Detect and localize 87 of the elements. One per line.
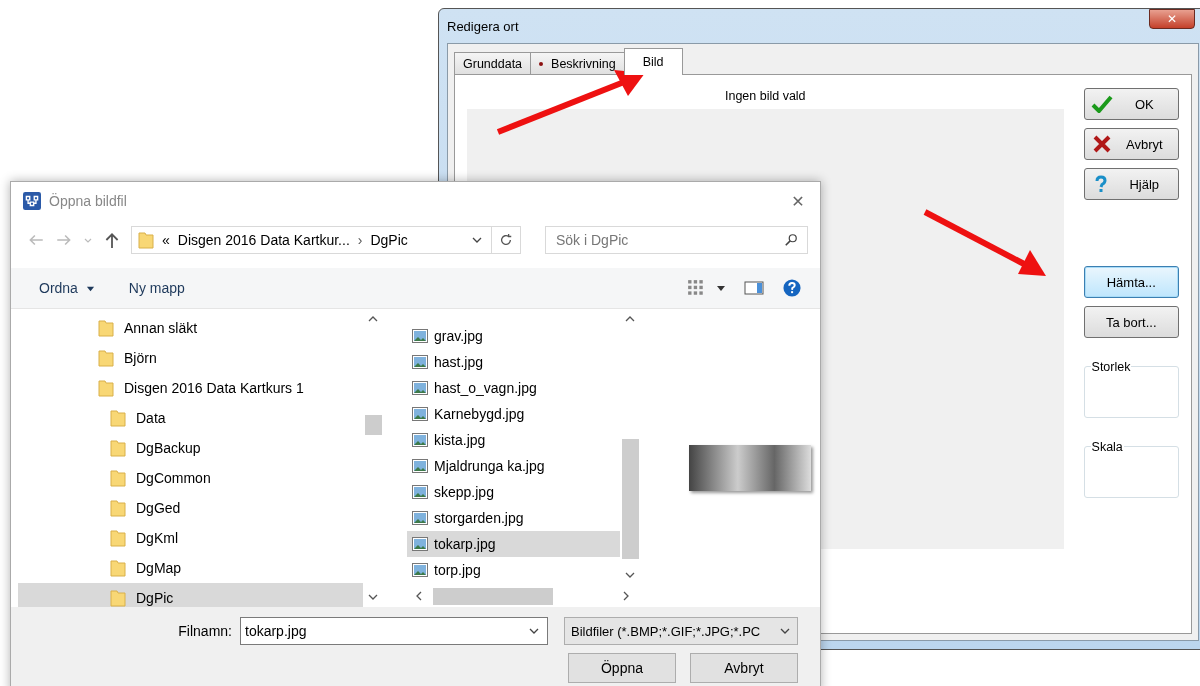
close-button[interactable]: ✕: [776, 186, 820, 216]
scroll-thumb[interactable]: [364, 415, 382, 435]
file-list-item[interactable]: hast.jpg: [407, 349, 620, 375]
image-file-icon: [412, 511, 428, 525]
image-file-icon: [412, 563, 428, 577]
up-arrow-icon[interactable]: [103, 231, 121, 249]
folder-tree-item[interactable]: DgMap: [18, 553, 363, 583]
filename-field[interactable]: tokarp.jpg: [240, 617, 548, 645]
scroll-down-icon[interactable]: [368, 592, 378, 602]
file-list-item[interactable]: Mjaldrunga ka.jpg: [407, 453, 620, 479]
image-file-icon: [412, 485, 428, 499]
folder-icon: [110, 529, 126, 547]
dialog-button[interactable]: Ta bort...: [1083, 306, 1179, 338]
folder-tree-item[interactable]: DgBackup: [18, 433, 363, 463]
folder-tree-item[interactable]: DgGed: [18, 493, 363, 523]
folder-icon: [110, 559, 126, 577]
dialog-button[interactable]: Avbryt: [1083, 128, 1179, 160]
breadcrumb-item[interactable]: Disgen 2016 Data Kartkur...: [177, 232, 350, 248]
scroll-up-icon[interactable]: [625, 314, 635, 324]
image-file-icon: [412, 355, 428, 369]
folder-tree-item[interactable]: Data: [18, 403, 363, 433]
tab[interactable]: Bild: [623, 48, 683, 75]
folder-icon: [98, 379, 114, 397]
folder-tree-item[interactable]: Annan släkt: [18, 313, 363, 343]
file-list-item[interactable]: grav.jpg: [407, 323, 620, 349]
filename-label: Filnamn:: [178, 623, 232, 639]
dialog-button[interactable]: Avbryt: [690, 653, 798, 683]
dialog-button[interactable]: OK: [1083, 88, 1179, 120]
folder-icon: [110, 589, 126, 607]
checkmark-icon: [1090, 95, 1113, 113]
scroll-up-icon[interactable]: [368, 314, 378, 324]
folder-icon: [110, 439, 126, 457]
file-list-item[interactable]: storgarden.jpg: [407, 505, 620, 531]
image-file-icon: [412, 381, 428, 395]
organize-button[interactable]: Ordna: [31, 276, 103, 300]
image-file-icon: [412, 459, 428, 473]
refresh-icon: [499, 233, 513, 247]
scroll-down-icon[interactable]: [625, 570, 635, 580]
preview-pane-icon[interactable]: [744, 279, 764, 297]
file-list-item[interactable]: tokarp.jpg: [407, 531, 620, 557]
window-title: Redigera ort: [447, 18, 520, 34]
dialog-button[interactable]: Hjälp: [1083, 168, 1179, 200]
tab[interactable]: Beskrivning: [530, 52, 625, 74]
folder-icon: [98, 319, 114, 337]
tab[interactable]: Grunddata: [454, 52, 532, 74]
address-bar[interactable]: « Disgen 2016 Data Kartkur... › DgPic: [131, 226, 521, 254]
folder-icon: [138, 231, 154, 249]
file-list-item[interactable]: Karnebygd.jpg: [407, 401, 620, 427]
breadcrumb-item[interactable]: DgPic: [370, 232, 408, 248]
image-file-icon: [412, 537, 428, 551]
scroll-right-icon[interactable]: [621, 591, 631, 601]
folder-icon: [110, 469, 126, 487]
scroll-thumb[interactable]: [433, 587, 553, 605]
file-list-item[interactable]: torp.jpg: [407, 557, 620, 583]
scroll-thumb[interactable]: [621, 439, 639, 559]
folder-tree-item[interactable]: DgCommon: [18, 463, 363, 493]
dialog-title: Öppna bildfil: [49, 193, 128, 209]
folder-icon: [98, 349, 114, 367]
image-file-icon: [412, 329, 428, 343]
folder-tree-item[interactable]: Björn: [18, 343, 363, 373]
group-label: Skala: [1090, 440, 1124, 454]
search-icon: [784, 233, 798, 247]
folder-tree-item[interactable]: DgKml: [18, 523, 363, 553]
dropdown-triangle-icon: [85, 284, 95, 293]
group-label: Storlek: [1090, 360, 1132, 374]
view-grid-icon[interactable]: [686, 279, 706, 297]
breadcrumb-chevron[interactable]: «: [162, 232, 170, 248]
folder-tree-item[interactable]: DgPic: [18, 583, 363, 607]
image-caption: Ingen bild vald: [724, 89, 806, 103]
help-icon[interactable]: [782, 279, 802, 297]
new-folder-button[interactable]: Ny mapp: [120, 276, 193, 300]
file-list-item[interactable]: kista.jpg: [407, 427, 620, 453]
folder-icon: [110, 499, 126, 517]
app-icon: [23, 192, 41, 210]
dialog-button[interactable]: Öppna: [568, 653, 676, 683]
scroll-left-icon[interactable]: [414, 591, 424, 601]
search-field[interactable]: Sök i DgPic: [545, 226, 808, 254]
folder-tree-item[interactable]: Disgen 2016 Data Kartkurs 1: [18, 373, 363, 403]
dropdown-triangle-icon[interactable]: [716, 283, 726, 293]
dialog-button[interactable]: Hämta...: [1083, 266, 1179, 298]
file-type-dropdown[interactable]: Bildfiler (*.BMP;*.GIF;*.JPG;*.PC: [564, 617, 798, 645]
file-list-item[interactable]: hast_o_vagn.jpg: [407, 375, 620, 401]
image-file-icon: [412, 433, 428, 447]
file-list-item[interactable]: skepp.jpg: [407, 479, 620, 505]
breadcrumb-separator: ›: [357, 232, 363, 248]
image-file-icon: [412, 407, 428, 421]
folder-icon: [110, 409, 126, 427]
